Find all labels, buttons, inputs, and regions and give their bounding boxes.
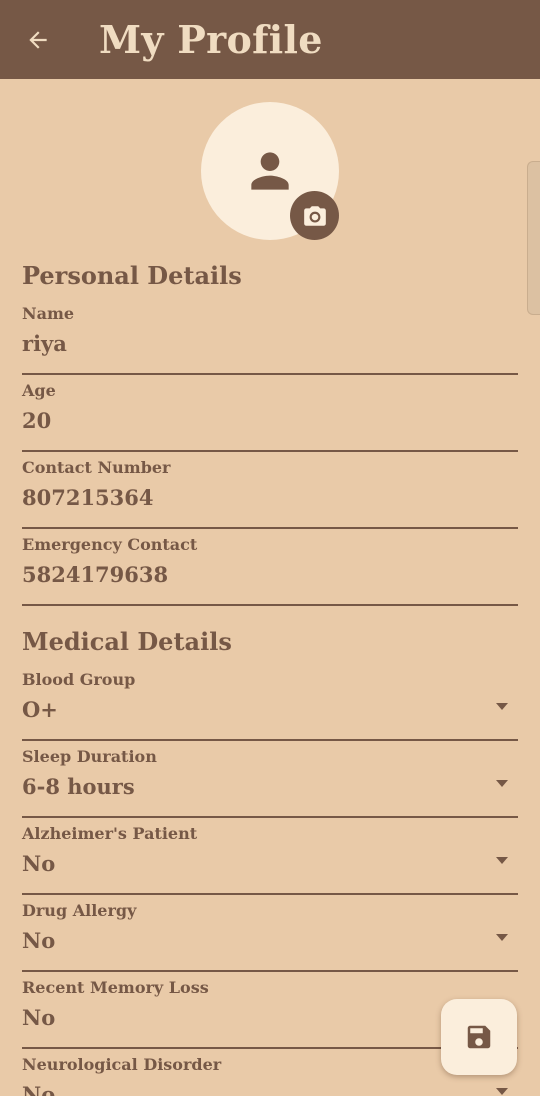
blood-group-value: O+ (22, 697, 58, 722)
neurological-disorder-value: No (22, 1082, 56, 1096)
sleep-duration-dropdown[interactable]: Sleep Duration 6-8 hours (22, 744, 518, 818)
dropdown-arrow-icon[interactable] (496, 1088, 508, 1095)
save-icon (467, 1025, 491, 1049)
emergency-contact-value[interactable]: 5824179638 (22, 562, 168, 587)
name-field[interactable]: Name riya (22, 301, 518, 375)
age-label: Age (22, 381, 56, 400)
app-bar: My Profile (0, 0, 540, 79)
recent-memory-loss-value: No (22, 1005, 56, 1030)
blood-group-label: Blood Group (22, 670, 136, 689)
profile-form: Personal Details Name riya Age 20 Contac… (0, 79, 540, 1096)
age-value[interactable]: 20 (22, 408, 51, 433)
drug-allergy-dropdown[interactable]: Drug Allergy No (22, 898, 518, 972)
person-icon (251, 152, 289, 190)
camera-icon (303, 205, 326, 226)
alzheimers-patient-value: No (22, 851, 56, 876)
avatar-section (201, 102, 339, 240)
drug-allergy-value: No (22, 928, 56, 953)
dropdown-arrow-icon[interactable] (496, 857, 508, 864)
drug-allergy-label: Drug Allergy (22, 901, 137, 920)
name-value[interactable]: riya (22, 331, 67, 356)
neurological-disorder-label: Neurological Disorder (22, 1055, 222, 1074)
age-field[interactable]: Age 20 (22, 378, 518, 452)
name-label: Name (22, 304, 75, 323)
emergency-contact-label: Emergency Contact (22, 535, 198, 554)
emergency-contact-field[interactable]: Emergency Contact 5824179638 (22, 532, 518, 606)
blood-group-dropdown[interactable]: Blood Group O+ (22, 667, 518, 741)
scrollbar[interactable] (527, 161, 540, 315)
contact-number-field[interactable]: Contact Number 807215364 (22, 455, 518, 529)
medical-details-heading: Medical Details (22, 627, 232, 656)
alzheimers-patient-label: Alzheimer's Patient (22, 824, 198, 843)
page-title: My Profile (99, 17, 323, 62)
sleep-duration-value: 6-8 hours (22, 774, 135, 799)
arrow-left-icon (29, 31, 47, 49)
dropdown-arrow-icon[interactable] (496, 934, 508, 941)
contact-number-label: Contact Number (22, 458, 171, 477)
change-photo-button[interactable] (290, 191, 339, 240)
save-button[interactable] (441, 999, 517, 1075)
back-button[interactable] (20, 22, 56, 58)
contact-number-value[interactable]: 807215364 (22, 485, 154, 510)
sleep-duration-label: Sleep Duration (22, 747, 157, 766)
recent-memory-loss-label: Recent Memory Loss (22, 978, 209, 997)
dropdown-arrow-icon[interactable] (496, 703, 508, 710)
dropdown-arrow-icon[interactable] (496, 780, 508, 787)
personal-details-heading: Personal Details (22, 261, 242, 290)
alzheimers-patient-dropdown[interactable]: Alzheimer's Patient No (22, 821, 518, 895)
